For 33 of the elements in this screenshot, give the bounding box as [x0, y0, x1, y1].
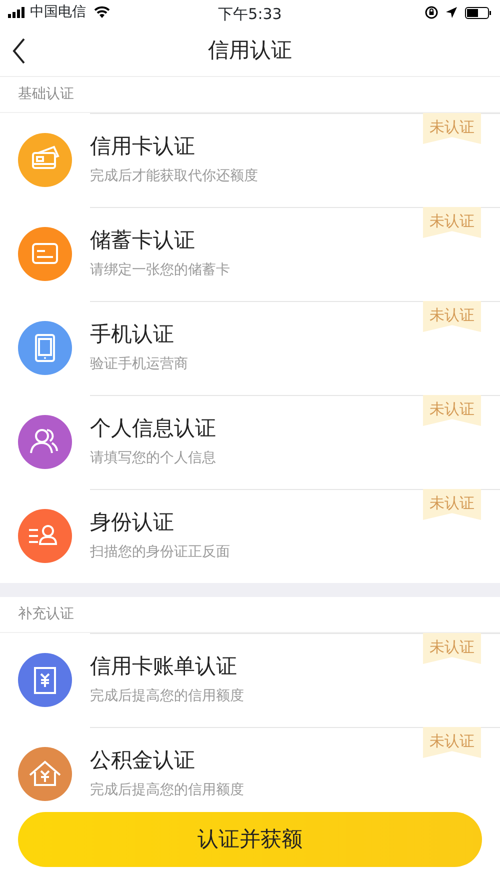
item-title: 信用卡认证	[90, 134, 196, 160]
page-title: 信用认证	[208, 36, 292, 64]
item-title: 个人信息认证	[90, 416, 217, 442]
status-ribbon: 未认证	[423, 633, 481, 664]
item-title: 储蓄卡认证	[90, 228, 196, 254]
status-ribbon: 未认证	[423, 301, 481, 332]
section-heading: 基础认证	[18, 85, 74, 104]
status-time: 下午5:33	[218, 4, 282, 25]
item-subtitle: 验证手机运营商	[90, 354, 189, 374]
status-ribbon: 未认证	[423, 113, 481, 144]
status-ribbon: 未认证	[423, 727, 481, 758]
status-ribbon: 未认证	[423, 207, 481, 238]
section-heading: 补充认证	[18, 605, 74, 624]
item-title: 信用卡账单认证	[90, 654, 238, 680]
item-title: 身份认证	[90, 510, 175, 536]
status-ribbon: 未认证	[423, 489, 481, 520]
status-ribbon: 未认证	[423, 395, 481, 426]
battery-icon	[465, 6, 492, 18]
signal-icon	[8, 6, 26, 18]
item-subtitle: 完成后提高您的信用额度	[90, 780, 245, 800]
location-icon	[446, 7, 457, 18]
back-button[interactable]	[12, 38, 26, 64]
item-subtitle: 完成后提高您的信用额度	[90, 686, 245, 706]
item-subtitle: 完成后才能获取代你还额度	[90, 166, 259, 186]
item-subtitle: 请绑定一张您的储蓄卡	[90, 260, 231, 280]
wifi-icon	[94, 6, 110, 18]
carrier-name: 中国电信	[30, 3, 86, 22]
item-title: 手机认证	[90, 322, 175, 348]
item-subtitle: 请填写您的个人信息	[90, 448, 217, 468]
rotation-lock-icon	[425, 6, 438, 19]
item-title: 公积金认证	[90, 748, 196, 774]
item-subtitle: 扫描您的身份证正反面	[90, 542, 231, 562]
verify-button[interactable]: 认证并获额	[18, 812, 482, 867]
